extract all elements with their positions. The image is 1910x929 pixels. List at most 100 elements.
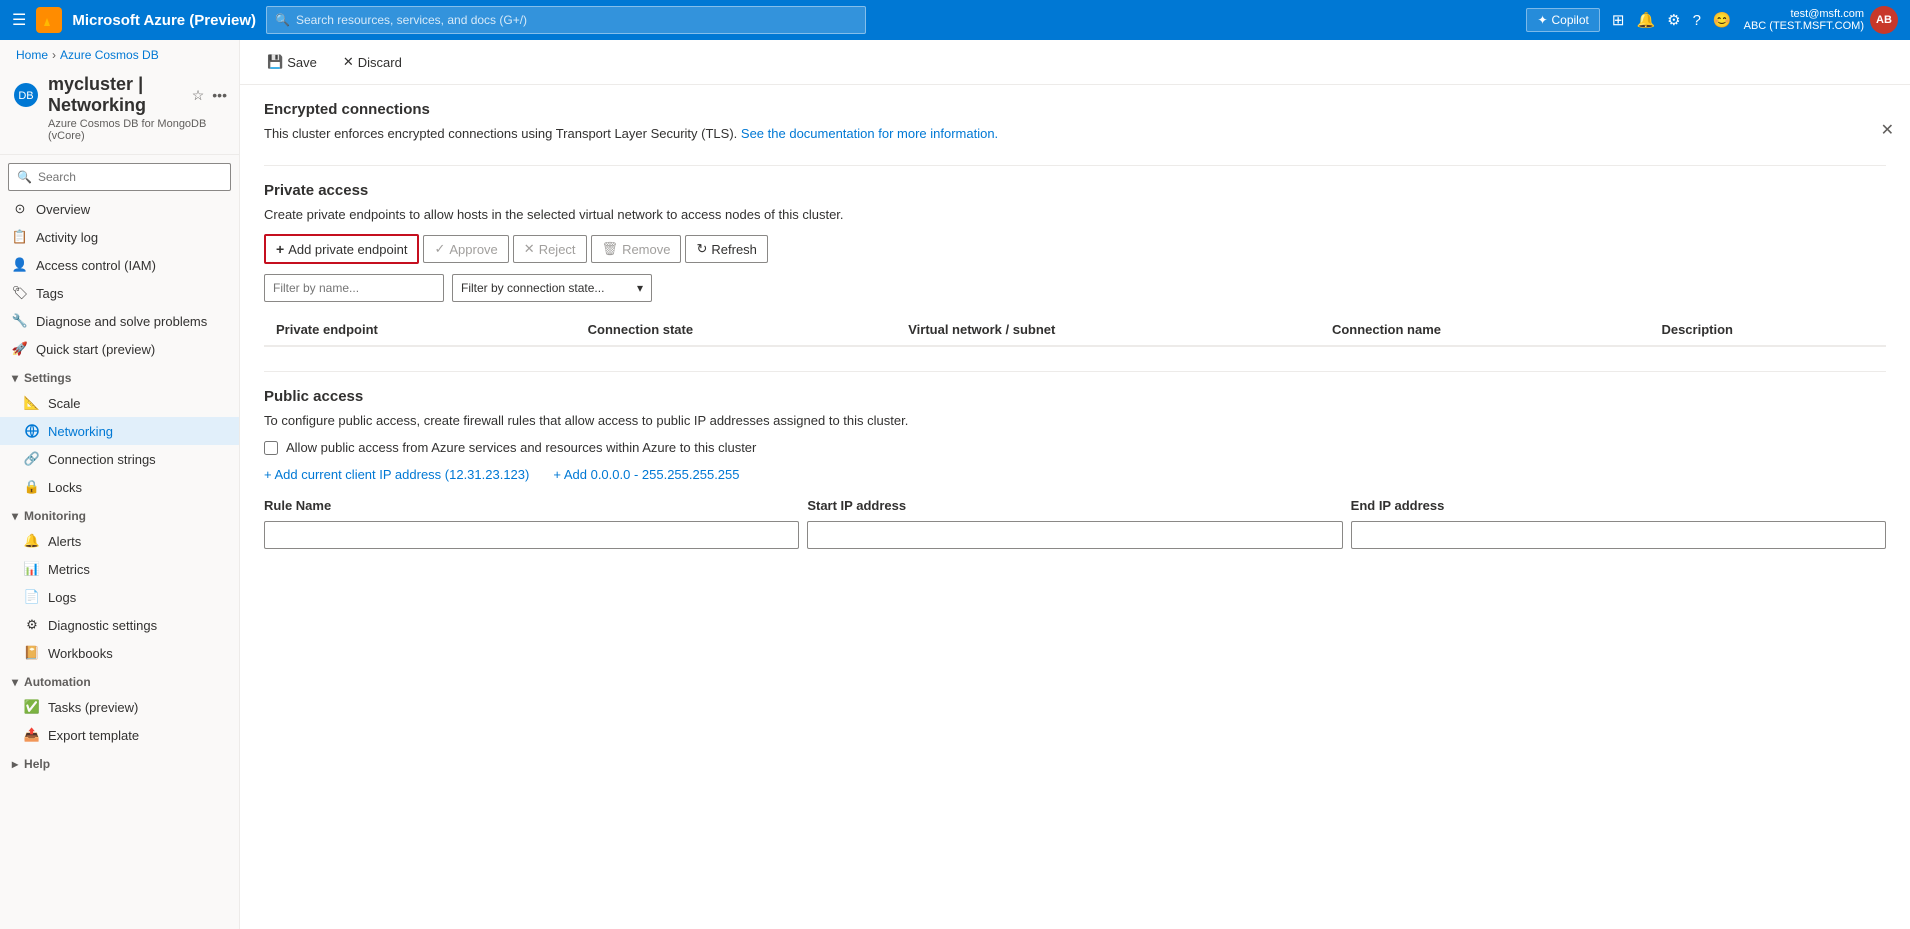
filter-state-label: Filter by connection state...: [461, 281, 604, 295]
sidebar-item-label: Quick start (preview): [36, 342, 155, 357]
encrypted-docs-link[interactable]: See the documentation for more informati…: [741, 126, 998, 141]
public-access-desc: To configure public access, create firew…: [264, 413, 1886, 428]
sidebar-search-icon: 🔍: [17, 170, 32, 184]
breadcrumb-parent[interactable]: Azure Cosmos DB: [60, 48, 159, 62]
svg-text:DB: DB: [18, 90, 33, 102]
sidebar-item-scale[interactable]: 📐 Scale: [0, 389, 239, 417]
add-ip-links: + Add current client IP address (12.31.2…: [264, 467, 1886, 482]
sidebar-item-overview[interactable]: ⊙ Overview: [0, 195, 239, 223]
save-label: Save: [287, 55, 317, 70]
user-profile[interactable]: test@msft.com ABC (TEST.MSFT.COM) AB: [1744, 6, 1898, 34]
approve-label: Approve: [449, 242, 497, 257]
approve-button[interactable]: ✓ Approve: [423, 235, 508, 263]
search-placeholder: Search resources, services, and docs (G+…: [296, 13, 527, 27]
filter-bar: Filter by connection state... ▾: [264, 274, 1886, 302]
automation-section-label: Automation: [24, 675, 91, 689]
private-endpoints-table: Private endpoint Connection state Virtua…: [264, 314, 1886, 347]
networking-icon: [24, 423, 40, 439]
monitoring-section-header[interactable]: ▾ Monitoring: [0, 501, 239, 527]
col-connection-name: Connection name: [1320, 314, 1650, 346]
resource-actions: ☆ •••: [192, 87, 227, 104]
iam-icon: 👤: [12, 257, 28, 273]
help-section-header[interactable]: ▸ Help: [0, 749, 239, 775]
col-virtual-network: Virtual network / subnet: [896, 314, 1320, 346]
sidebar-item-label: Diagnose and solve problems: [36, 314, 207, 329]
diagnose-icon: 🔧: [12, 313, 28, 329]
portal-menu-icon[interactable]: ⊞: [1612, 11, 1625, 29]
sidebar-item-diagnostic-settings[interactable]: ⚙ Diagnostic settings: [0, 611, 239, 639]
ip-table-row: [264, 521, 1886, 549]
sidebar-item-diagnose[interactable]: 🔧 Diagnose and solve problems: [0, 307, 239, 335]
sidebar-item-connection-strings[interactable]: 🔗 Connection strings: [0, 445, 239, 473]
tags-icon: 🏷: [12, 285, 28, 301]
sidebar-item-locks[interactable]: 🔒 Locks: [0, 473, 239, 501]
refresh-button[interactable]: ↻ Refresh: [685, 235, 767, 263]
sidebar-item-label: Activity log: [36, 230, 98, 245]
public-access-checkbox[interactable]: [264, 441, 278, 455]
activity-log-icon: 📋: [12, 229, 28, 245]
plus-icon: +: [276, 241, 284, 257]
settings-icon[interactable]: ⚙: [1667, 11, 1680, 29]
automation-section-header[interactable]: ▾ Automation: [0, 667, 239, 693]
filter-name-input[interactable]: [264, 274, 444, 302]
refresh-icon: ↻: [696, 241, 707, 257]
divider-1: [264, 165, 1886, 166]
sidebar-search-box[interactable]: 🔍: [8, 163, 231, 191]
notifications-icon[interactable]: 🔔: [1636, 11, 1655, 29]
save-button[interactable]: 💾 Save: [256, 48, 328, 76]
sidebar-search-input[interactable]: [38, 170, 222, 184]
sidebar-item-label: Locks: [48, 480, 82, 495]
sidebar-item-label: Tags: [36, 286, 63, 301]
add-range-link[interactable]: + Add 0.0.0.0 - 255.255.255.255: [553, 467, 739, 482]
chevron-down-icon: ▾: [637, 281, 643, 295]
sidebar-item-tasks[interactable]: ✅ Tasks (preview): [0, 693, 239, 721]
public-access-checkbox-label[interactable]: Allow public access from Azure services …: [264, 440, 1886, 455]
more-options-icon[interactable]: •••: [212, 87, 227, 103]
chevron-down-icon: ▾: [12, 675, 18, 689]
rule-name-input[interactable]: [264, 521, 799, 549]
private-access-title: Private access: [264, 182, 1886, 199]
public-access-title: Public access: [264, 388, 1886, 405]
close-button[interactable]: ✕: [1881, 120, 1894, 140]
start-ip-input[interactable]: [807, 521, 1342, 549]
remove-button[interactable]: 🗑 Remove: [591, 235, 682, 263]
settings-section-header[interactable]: ▾ Settings: [0, 363, 239, 389]
reject-button[interactable]: ✕ Reject: [513, 235, 587, 263]
sidebar-item-activity-log[interactable]: 📋 Activity log: [0, 223, 239, 251]
end-ip-input[interactable]: [1351, 521, 1886, 549]
sidebar-item-label: Scale: [48, 396, 81, 411]
sidebar-item-export-template[interactable]: 📤 Export template: [0, 721, 239, 749]
add-client-ip-link[interactable]: + Add current client IP address (12.31.2…: [264, 467, 529, 482]
add-private-endpoint-button[interactable]: + Add private endpoint: [264, 234, 419, 264]
locks-icon: 🔒: [24, 479, 40, 495]
sidebar-item-alerts[interactable]: 🔔 Alerts: [0, 527, 239, 555]
sidebar-item-label: Export template: [48, 728, 139, 743]
breadcrumb-home[interactable]: Home: [16, 48, 48, 62]
help-section-label: Help: [24, 757, 50, 771]
discard-button[interactable]: ✕ Discard: [332, 48, 413, 76]
help-icon[interactable]: ?: [1693, 12, 1701, 29]
x-icon: ✕: [524, 241, 535, 257]
filter-state-select[interactable]: Filter by connection state... ▾: [452, 274, 652, 302]
sidebar-item-workbooks[interactable]: 📔 Workbooks: [0, 639, 239, 667]
hamburger-menu[interactable]: ☰: [12, 10, 26, 30]
chevron-right-icon: ▸: [12, 757, 18, 771]
sidebar-item-metrics[interactable]: 📊 Metrics: [0, 555, 239, 583]
sidebar-item-quickstart[interactable]: 🚀 Quick start (preview): [0, 335, 239, 363]
favorite-icon[interactable]: ☆: [192, 87, 205, 104]
search-icon: 🔍: [275, 13, 290, 27]
sidebar-item-logs[interactable]: 📄 Logs: [0, 583, 239, 611]
col-end-ip: End IP address: [1351, 498, 1886, 513]
feedback-icon[interactable]: 😊: [1713, 11, 1732, 29]
sidebar-item-tags[interactable]: 🏷 Tags: [0, 279, 239, 307]
private-access-desc: Create private endpoints to allow hosts …: [264, 207, 1886, 222]
overview-icon: ⊙: [12, 201, 28, 217]
sidebar-item-label: Workbooks: [48, 646, 113, 661]
reject-label: Reject: [539, 242, 576, 257]
sidebar-item-networking[interactable]: Networking: [0, 417, 239, 445]
global-search[interactable]: 🔍 Search resources, services, and docs (…: [266, 6, 866, 34]
save-icon: 💾: [267, 54, 283, 70]
public-access-section: Public access To configure public access…: [264, 388, 1886, 549]
copilot-button[interactable]: ✦ Copilot: [1526, 8, 1599, 32]
sidebar-item-iam[interactable]: 👤 Access control (IAM): [0, 251, 239, 279]
